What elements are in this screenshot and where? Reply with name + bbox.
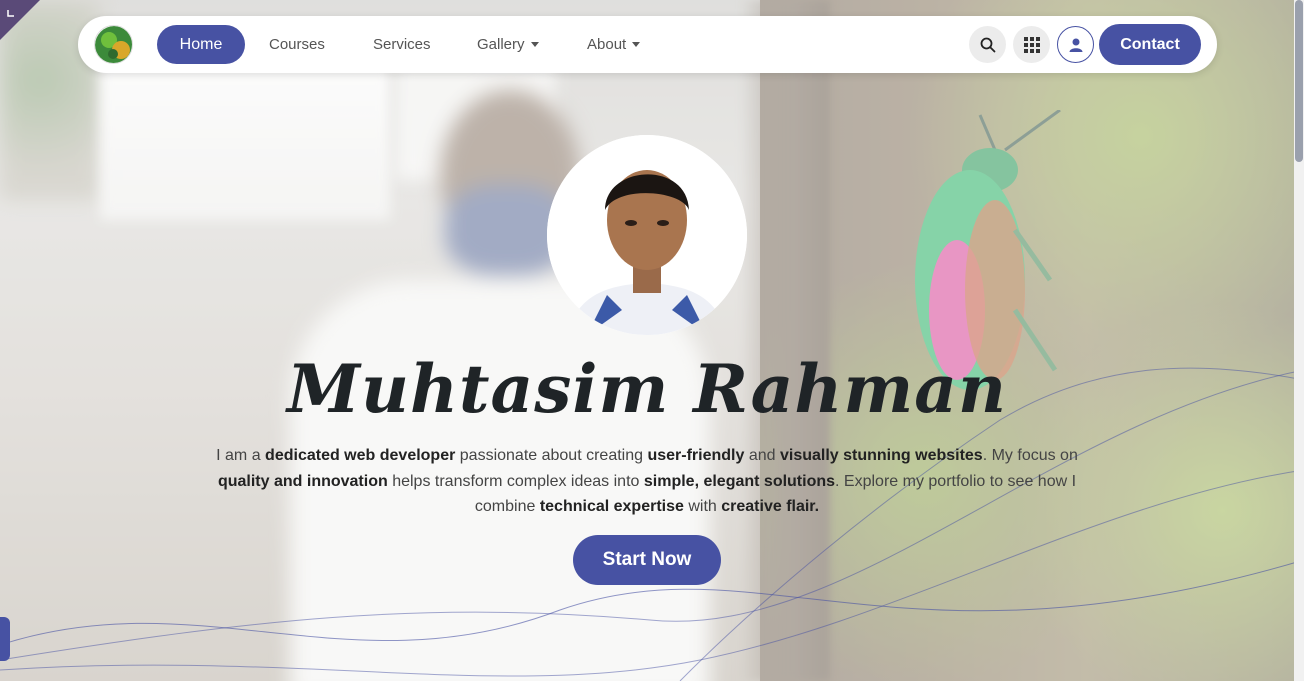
caret-down-icon bbox=[632, 41, 641, 47]
hero-description-text: . My focus on bbox=[982, 447, 1078, 464]
nav-about-dropdown[interactable]: About bbox=[587, 25, 641, 64]
caret-down-icon bbox=[530, 41, 539, 47]
nav-courses[interactable]: Courses bbox=[269, 25, 325, 64]
navbar: Home Courses Services Gallery About Cont… bbox=[78, 16, 1217, 73]
hero-description-highlight: visually stunning websites bbox=[779, 447, 983, 464]
nav-services[interactable]: Services bbox=[373, 25, 431, 64]
scrollbar-thumb[interactable] bbox=[1295, 0, 1303, 162]
contact-button[interactable]: Contact bbox=[1099, 24, 1201, 65]
apps-button[interactable] bbox=[1013, 26, 1050, 63]
hero-description-text: helps transform complex ideas into bbox=[387, 472, 644, 490]
corner-badge bbox=[0, 0, 40, 40]
user-button[interactable] bbox=[1057, 26, 1094, 63]
avatar bbox=[547, 135, 747, 335]
hero-description-text: passionate about creating bbox=[455, 447, 648, 464]
hero-description-highlight: simple, elegant solutions bbox=[643, 472, 836, 490]
nav-services-label: Services bbox=[373, 36, 431, 53]
nav-gallery-label: Gallery bbox=[477, 36, 525, 53]
hero-description: I am a dedicated web developer passionat… bbox=[200, 443, 1094, 520]
hero-description-highlight: dedicated web developer bbox=[265, 447, 456, 464]
grid-apps-icon bbox=[1023, 36, 1040, 53]
hero-description-text: and bbox=[744, 447, 780, 464]
scrollbar[interactable] bbox=[1294, 0, 1304, 681]
profile-photo bbox=[547, 135, 747, 335]
hero-description-highlight: technical expertise bbox=[539, 498, 684, 515]
nav-home[interactable]: Home bbox=[157, 25, 245, 64]
logo[interactable] bbox=[94, 25, 133, 64]
nav-about-label: About bbox=[587, 36, 627, 53]
hero-description-text: I am a bbox=[216, 447, 266, 464]
hero-description-highlight: user-friendly bbox=[647, 447, 745, 464]
hero-description-text: with bbox=[683, 498, 722, 515]
start-now-button[interactable]: Start Now bbox=[573, 535, 721, 585]
hero-name: Muhtasim Rahman bbox=[286, 350, 1008, 428]
profile-logo-icon bbox=[95, 26, 132, 63]
nav-gallery-dropdown[interactable]: Gallery bbox=[477, 25, 539, 64]
search-button[interactable] bbox=[969, 26, 1006, 63]
nav-courses-label: Courses bbox=[269, 36, 325, 53]
hero-description-highlight: creative flair. bbox=[721, 498, 820, 515]
search-icon bbox=[980, 37, 995, 52]
side-tab[interactable] bbox=[0, 617, 10, 661]
hero-description-highlight: quality and innovation bbox=[217, 472, 388, 490]
user-icon bbox=[1069, 38, 1082, 52]
